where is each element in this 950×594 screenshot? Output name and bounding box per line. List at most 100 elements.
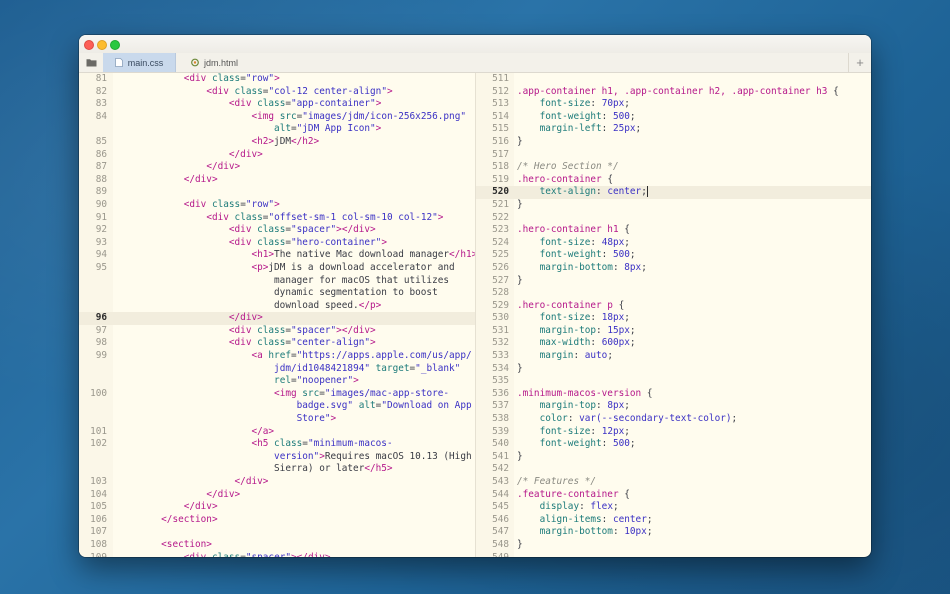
code-line[interactable]: 534}	[476, 363, 871, 376]
code-line[interactable]: 87 </div>	[79, 161, 475, 174]
code-line[interactable]: 536 .minimum-macos-version {	[476, 388, 871, 401]
code-line[interactable]: 518 /* Hero Section */	[476, 161, 871, 174]
code-line[interactable]: 528	[476, 287, 871, 300]
code-line[interactable]: 527}	[476, 275, 871, 288]
code-line[interactable]: 533 margin: auto;	[476, 350, 871, 363]
code-text: <div class="spacer"></div>	[116, 325, 376, 338]
code-line[interactable]: 96 </div>	[79, 312, 475, 325]
tab-jdm-html[interactable]: jdm.html	[187, 53, 242, 72]
code-line[interactable]: 524 font-size: 48px;	[476, 237, 871, 250]
code-line[interactable]: 95 <p>jDM is a download accelerator and	[79, 262, 475, 275]
maximize-window-button[interactable]	[110, 40, 120, 50]
tab-main-css[interactable]: main.css	[103, 53, 176, 72]
code-line[interactable]: 516}	[476, 136, 871, 149]
code-line[interactable]: 88 </div>	[79, 174, 475, 187]
code-line[interactable]: 546 align-items: center;	[476, 514, 871, 527]
code-line[interactable]: Sierra) or later</h5>	[79, 463, 475, 476]
minimize-window-button[interactable]	[97, 40, 107, 50]
code-line[interactable]: 537 margin-top: 8px;	[476, 400, 871, 413]
code-token: <section>	[161, 538, 212, 550]
code-line[interactable]: 523 .hero-container h1 {	[476, 224, 871, 237]
code-line[interactable]: 539 font-size: 12px;	[476, 426, 871, 439]
code-line[interactable]: alt="jDM App Icon">	[79, 123, 475, 136]
code-line[interactable]: 545 display: flex;	[476, 501, 871, 514]
code-line[interactable]: 84 <img src="images/jdm/icon-256x256.png…	[79, 111, 475, 124]
code-line[interactable]: 549	[476, 552, 871, 557]
css-editor-pane[interactable]: 511 512 .app-container h1, .app-container …	[476, 73, 871, 557]
code-text: }	[517, 451, 523, 464]
code-line[interactable]: dynamic segmentation to boost	[79, 287, 475, 300]
code-line[interactable]: badge.svg" alt="Download on App	[79, 400, 475, 413]
code-line[interactable]: 92 <div class="spacer"></div>	[79, 224, 475, 237]
code-line[interactable]: 104 </div>	[79, 489, 475, 502]
code-line[interactable]: 109 <div class="spacer"></div>	[79, 552, 475, 557]
new-tab-button[interactable]: +	[848, 53, 871, 72]
code-line[interactable]: 93 <div class="hero-container">	[79, 237, 475, 250]
code-line[interactable]: 91 <div class="offset-sm-1 col-sm-10 col…	[79, 212, 475, 225]
code-line[interactable]: 101 </a>	[79, 426, 475, 439]
code-line[interactable]: download speed.</p>	[79, 300, 475, 313]
code-line[interactable]: jdm/id1048421894" target="_blank"	[79, 363, 475, 376]
code-line[interactable]: 97 <div class="spacer"></div>	[79, 325, 475, 338]
code-line[interactable]: 94 <h1>The native Mac download manager</…	[79, 249, 475, 262]
code-line[interactable]: rel="noopener">	[79, 375, 475, 388]
code-line[interactable]: 99 <a href="https://apps.apple.com/us/ap…	[79, 350, 475, 363]
code-line[interactable]: 521}	[476, 199, 871, 212]
code-line[interactable]: 525 font-weight: 500;	[476, 249, 871, 262]
code-line[interactable]: 83 <div class="app-container">	[79, 98, 475, 111]
code-line[interactable]: 529 .hero-container p {	[476, 300, 871, 313]
code-text: }	[517, 275, 523, 288]
code-line[interactable]: 105 </div>	[79, 501, 475, 514]
code-line[interactable]: 540 font-weight: 500;	[476, 438, 871, 451]
code-line[interactable]: 89	[79, 186, 475, 199]
code-line[interactable]: 522	[476, 212, 871, 225]
code-line[interactable]: 547 margin-bottom: 10px;	[476, 526, 871, 539]
code-line[interactable]: 103 </div>	[79, 476, 475, 489]
open-folder-button[interactable]	[79, 53, 103, 72]
code-line[interactable]: 515 margin-left: 25px;	[476, 123, 871, 136]
code-text: <div class="spacer"></div>	[116, 552, 331, 557]
code-line[interactable]: 86 </div>	[79, 149, 475, 162]
code-line[interactable]: 532 max-width: 600px;	[476, 337, 871, 350]
code-line[interactable]: 514 font-weight: 500;	[476, 111, 871, 124]
code-line[interactable]: 513 font-size: 70px;	[476, 98, 871, 111]
code-line[interactable]: 517	[476, 149, 871, 162]
code-line[interactable]: 81 <div class="row">	[79, 73, 475, 86]
code-line[interactable]: 543 /* Features */	[476, 476, 871, 489]
code-line[interactable]: 98 <div class="center-align">	[79, 337, 475, 350]
code-line[interactable]: 542	[476, 463, 871, 476]
code-line[interactable]: 107	[79, 526, 475, 539]
code-line[interactable]: 548}	[476, 539, 871, 552]
code-line[interactable]: 512 .app-container h1, .app-container h2,…	[476, 86, 871, 99]
code-line[interactable]: 526 margin-bottom: 8px;	[476, 262, 871, 275]
code-token: "row"	[245, 198, 275, 210]
code-line[interactable]: 90 <div class="row">	[79, 199, 475, 212]
code-line[interactable]: 511	[476, 73, 871, 86]
code-line[interactable]: 85 <h2>jDM</h2>	[79, 136, 475, 149]
code-line[interactable]: 530 font-size: 18px;	[476, 312, 871, 325]
close-window-button[interactable]	[84, 40, 94, 50]
code-line[interactable]: 108 <section>	[79, 539, 475, 552]
code-line[interactable]: 535	[476, 375, 871, 388]
code-line[interactable]: 541}	[476, 451, 871, 464]
code-line[interactable]: 106 </section>	[79, 514, 475, 527]
code-line[interactable]: 544 .feature-container {	[476, 489, 871, 502]
code-line[interactable]: 531 margin-top: 15px;	[476, 325, 871, 338]
code-line[interactable]: 538 color: var(--secondary-text-color);	[476, 413, 871, 426]
code-token: "jDM App Icon"	[296, 123, 376, 135]
code-line[interactable]: Store">	[79, 413, 475, 426]
code-line[interactable]: manager for macOS that utilizes	[79, 275, 475, 288]
code-line[interactable]: 100 <img src="images/mac-app-store-	[79, 388, 475, 401]
code-line[interactable]: 102 <h5 class="minimum-macos-	[79, 438, 475, 451]
code-line[interactable]: version">Requires macOS 10.13 (High	[79, 451, 475, 464]
code-token: 70px	[601, 98, 625, 110]
code-line[interactable]: 520 text-align: center;	[476, 186, 871, 199]
code-line[interactable]: 82 <div class="col-12 center-align">	[79, 86, 475, 99]
line-number: 520	[492, 186, 509, 198]
html-editor-pane[interactable]: 81 <div class="row"> 82 <div class="col-1…	[79, 73, 476, 557]
code-line[interactable]: 519 .hero-container {	[476, 174, 871, 187]
